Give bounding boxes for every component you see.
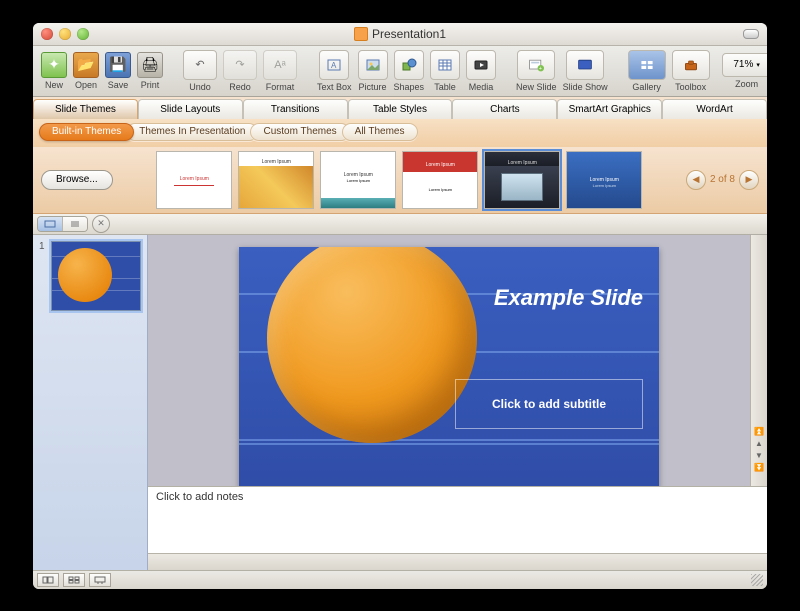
scroll-up-icon[interactable]: ▲ [753,438,765,450]
picture-button[interactable]: Picture [356,50,390,92]
resize-grip-icon[interactable] [751,574,763,586]
scroll-next-slide-icon[interactable]: ⏬ [753,462,765,474]
theme-thumb[interactable]: Lorem IpsumLorem Ipsum [566,151,642,209]
format-button[interactable]: AᵃFormat [261,50,299,92]
media-button[interactable]: Media [464,50,498,92]
subtitle-placeholder[interactable]: Click to add subtitle [455,379,643,429]
theme-thumb[interactable]: Lorem Ipsum [156,151,232,209]
theme-thumb[interactable]: Lorem Ipsum Lorem Ipsum [402,151,478,209]
view-sorter-button[interactable] [63,573,85,587]
panel-close-button[interactable]: ✕ [92,215,110,233]
vertical-scrollbar[interactable]: ⏫ ▲ ▼ ⏬ [750,235,767,486]
view-slideshow-button[interactable] [89,573,111,587]
window-title-text: Presentation1 [372,27,446,41]
pager-next-button[interactable]: ▶ [739,170,759,190]
gallery-button[interactable]: Gallery [626,50,668,92]
browse-button[interactable]: Browse... [41,170,113,190]
new-button[interactable]: ✦New [39,52,69,90]
theme-thumb[interactable]: Lorem IpsumLorem Ipsum [320,151,396,209]
save-button[interactable]: 💾Save [103,52,133,90]
theme-gallery: Browse... Lorem Ipsum Lorem Ipsum Lorem … [33,147,767,213]
subtitle-placeholder-text: Click to add subtitle [492,397,606,411]
open-button[interactable]: 📂Open [71,52,101,90]
scroll-down-icon[interactable]: ▼ [753,450,765,462]
table-button[interactable]: Table [428,50,462,92]
app-window: Presentation1 ✦New 📂Open 💾Save 🖨Print ↶U… [33,23,767,589]
titlebar: Presentation1 [33,23,767,46]
notes-pane[interactable]: Click to add notes [148,486,767,553]
shapes-button[interactable]: Shapes [392,50,427,92]
close-window-button[interactable] [41,28,53,40]
svg-text:A: A [331,61,337,70]
theme-thumb[interactable]: Lorem Ipsum [238,151,314,209]
ribbon: Slide Themes Slide Layouts Transitions T… [33,97,767,214]
tab-table-styles[interactable]: Table Styles [348,99,453,119]
window-controls [41,28,89,40]
panel-view-outline-button[interactable] [62,217,87,231]
notes-placeholder: Click to add notes [156,491,243,503]
toolbar-toggle-button[interactable] [743,29,759,39]
print-button[interactable]: 🖨Print [135,52,165,90]
textbox-button[interactable]: AText Box [315,50,354,92]
zoom-window-button[interactable] [77,28,89,40]
slideshow-button[interactable]: Slide Show [561,50,610,92]
subtab-themes-in-presentation[interactable]: Themes In Presentation [126,123,258,141]
slide-thumbnail-canvas [51,241,141,311]
slide-number: 1 [39,241,47,311]
slides-panel[interactable]: 1 [33,235,148,570]
tab-slide-layouts[interactable]: Slide Layouts [138,99,243,119]
toolbox-button[interactable]: Toolbox [670,50,712,92]
theme-thumb-selected[interactable]: Lorem Ipsum [484,151,560,209]
slide-title-text[interactable]: Example Slide [494,285,643,311]
view-normal-button[interactable] [37,573,59,587]
document-icon [354,27,368,41]
theme-category-tabs: Built-in Themes Themes In Presentation C… [33,119,767,147]
pager-prev-button[interactable]: ◀ [686,170,706,190]
shape-circle[interactable] [267,247,477,443]
tab-transitions[interactable]: Transitions [243,99,348,119]
slides-panel-toolbar: ✕ [33,214,767,235]
tab-wordart[interactable]: WordArt [662,99,767,119]
scroll-prev-slide-icon[interactable]: ⏫ [753,426,765,438]
statusbar [33,570,767,589]
tab-slide-themes[interactable]: Slide Themes [33,99,138,119]
tab-charts[interactable]: Charts [452,99,557,119]
tab-smartart[interactable]: SmartArt Graphics [557,99,662,119]
panel-view-slides-button[interactable] [38,217,62,231]
zoom-control[interactable]: 71% ▾ Zoom [720,53,767,89]
gallery-pager: ◀ 2 of 8 ▶ [686,170,759,190]
slide-canvas[interactable]: Example Slide Click to add subtitle [239,247,659,486]
horizontal-scrollbar[interactable] [148,553,767,570]
svg-text:+: + [539,66,542,72]
subtab-built-in-themes[interactable]: Built-in Themes [39,123,134,141]
undo-button[interactable]: ↶Undo [181,50,219,92]
redo-button[interactable]: ↷Redo [221,50,259,92]
content-area: ✕ 1 [33,214,767,570]
slide-thumbnail[interactable]: 1 [39,241,141,311]
standard-toolbar: ✦New 📂Open 💾Save 🖨Print ↶Undo ↷Redo AᵃFo… [33,46,767,97]
editor: Example Slide Click to add subtitle ⏫ ▲ … [148,235,767,570]
window-title: Presentation1 [33,27,767,41]
zoom-value: 71% [733,59,753,70]
pager-label: 2 of 8 [708,174,737,185]
minimize-window-button[interactable] [59,28,71,40]
subtab-all-themes[interactable]: All Themes [342,123,418,141]
ribbon-tabs: Slide Themes Slide Layouts Transitions T… [33,97,767,119]
new-slide-button[interactable]: +New Slide [514,50,559,92]
panel-view-switch [37,216,88,232]
subtab-custom-themes[interactable]: Custom Themes [250,123,349,141]
